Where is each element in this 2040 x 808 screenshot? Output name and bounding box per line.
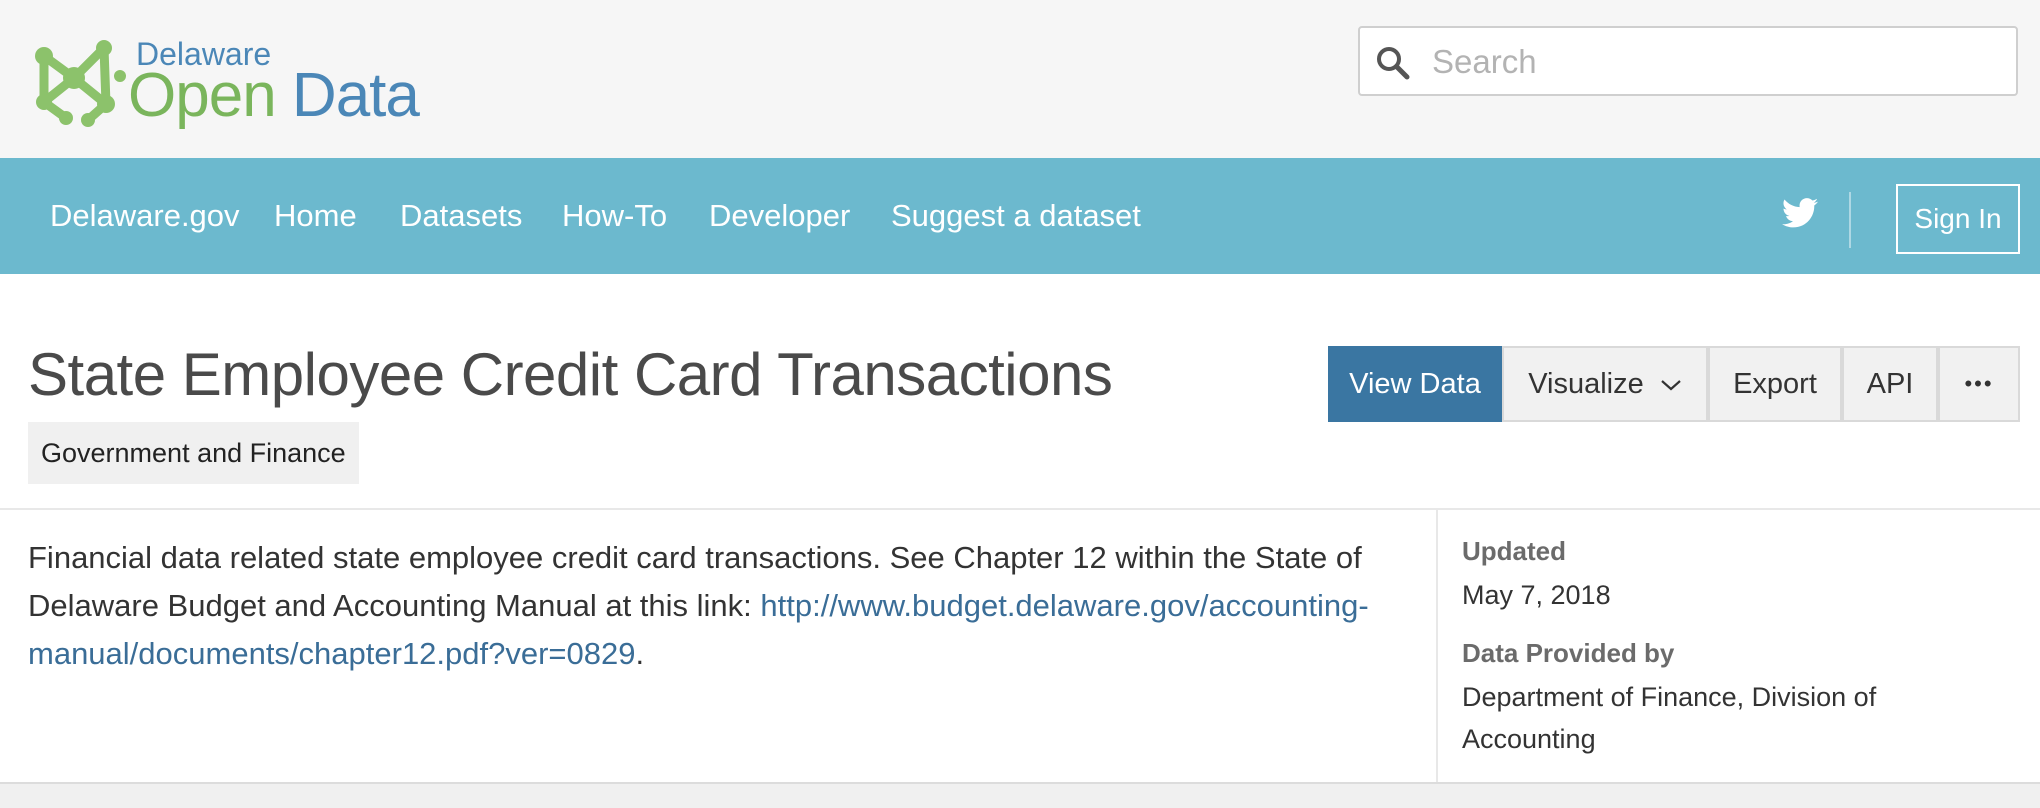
nav-item-suggest-dataset[interactable]: Suggest a dataset xyxy=(891,198,1141,234)
visualize-label: Visualize xyxy=(1528,368,1644,400)
nav-item-how-to[interactable]: How-To xyxy=(562,198,667,234)
footer-bar xyxy=(0,782,2040,808)
chevron-down-icon xyxy=(1661,380,1681,391)
site-header: Delaware Open Data xyxy=(0,0,2040,158)
provider-label: Data Provided by xyxy=(1462,638,1675,668)
category-tag[interactable]: Government and Finance xyxy=(28,422,359,484)
provider-value: Department of Finance, Division of Accou… xyxy=(1462,682,1877,754)
view-data-button[interactable]: View Data xyxy=(1328,346,1502,422)
delaware-open-data-logo[interactable]: Delaware Open Data xyxy=(28,32,448,132)
search-input[interactable] xyxy=(1430,36,1994,88)
logo-open-data-text: Open Data xyxy=(128,61,420,130)
description-end: . xyxy=(635,636,645,671)
nav-item-delaware-gov[interactable]: Delaware.gov xyxy=(50,198,240,234)
nav-item-developer[interactable]: Developer xyxy=(709,198,850,234)
twitter-icon[interactable] xyxy=(1782,198,1818,228)
nav-divider xyxy=(1849,192,1851,248)
export-button[interactable]: Export xyxy=(1708,346,1842,422)
nav-item-datasets[interactable]: Datasets xyxy=(400,198,522,234)
search-icon xyxy=(1377,47,1410,80)
dataset-description: Financial data related state employee cr… xyxy=(28,534,1418,678)
api-button[interactable]: API xyxy=(1842,346,1938,422)
updated-value: May 7, 2018 xyxy=(1462,580,1611,610)
nav-item-home[interactable]: Home xyxy=(274,198,357,234)
updated-label: Updated xyxy=(1462,536,1566,566)
section-divider xyxy=(0,508,2040,510)
page-title: State Employee Credit Card Transactions xyxy=(28,341,1113,408)
more-options-button[interactable]: ••• xyxy=(1938,346,2020,422)
search-box[interactable] xyxy=(1358,26,2018,96)
sign-in-button[interactable]: Sign In xyxy=(1896,184,2020,254)
visualize-button[interactable]: Visualize xyxy=(1502,346,1708,422)
sidebar-divider xyxy=(1436,510,1438,782)
network-logo-icon xyxy=(35,40,126,127)
main-nav: Delaware.gov Home Datasets How-To Develo… xyxy=(0,158,2040,274)
